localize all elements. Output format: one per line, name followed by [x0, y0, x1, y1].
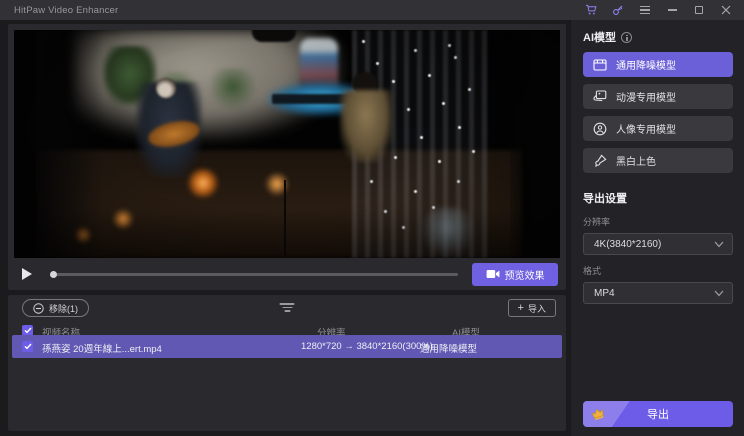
- window-title: HitPaw Video Enhancer: [14, 5, 118, 16]
- import-label: 导入: [528, 302, 546, 315]
- resolution-value: 4K(3840*2160): [594, 239, 661, 250]
- model-button-colorize[interactable]: 黑白上色: [583, 148, 733, 173]
- model-button-portrait[interactable]: 人像专用模型: [583, 116, 733, 141]
- resolution-label: 分辨率: [583, 215, 732, 228]
- ai-model-title-label: AI模型: [583, 29, 616, 45]
- file-ai-model: 通用降噪模型: [420, 341, 477, 355]
- scene-vignette: [14, 30, 560, 258]
- model-button-general-denoise[interactable]: 通用降噪模型: [583, 52, 733, 77]
- model-label: 动漫专用模型: [616, 89, 676, 104]
- player-controls: 预览效果: [8, 258, 566, 290]
- export-button-label: 导出: [647, 409, 669, 421]
- file-list-panel: 移除(1) + 导入 视频名称 分辨率 AI模型 孫燕姿 20週年線上...er…: [8, 295, 566, 431]
- file-name: 孫燕姿 20週年線上...ert.mp4: [42, 341, 162, 355]
- menu-icon[interactable]: [639, 4, 651, 16]
- play-icon: [22, 268, 32, 280]
- remove-label: 移除(1): [49, 302, 78, 315]
- remove-button[interactable]: 移除(1): [22, 299, 89, 317]
- plus-icon: +: [518, 303, 524, 314]
- video-preview: [14, 30, 560, 258]
- titlebar: HitPaw Video Enhancer: [0, 0, 744, 20]
- store-cart-icon[interactable]: [585, 4, 597, 16]
- minimize-icon[interactable]: [666, 4, 678, 16]
- export-button[interactable]: 导出: [583, 401, 733, 427]
- paint-brush-icon: [593, 154, 607, 168]
- activation-key-icon[interactable]: [612, 4, 624, 16]
- row-checkbox[interactable]: [22, 341, 33, 352]
- play-button[interactable]: [22, 266, 38, 282]
- preview-effect-button[interactable]: 预览效果: [472, 263, 558, 286]
- model-label: 通用降噪模型: [616, 57, 676, 72]
- resolution-select[interactable]: 4K(3840*2160): [583, 233, 733, 255]
- format-label: 格式: [583, 264, 732, 277]
- video-preview-scene: [14, 30, 560, 258]
- remove-circle-icon: [33, 303, 44, 314]
- seek-thumb[interactable]: [50, 271, 57, 278]
- info-icon[interactable]: [621, 32, 632, 43]
- video-panel: 预览效果: [8, 24, 566, 290]
- check-icon: [24, 327, 32, 334]
- seek-slider[interactable]: [50, 267, 458, 281]
- sidebar: AI模型 通用降噪模型 动漫专用模型 人像专用模型 黑白上色 导出设置 分辨率 …: [570, 20, 744, 436]
- collapse-list-icon[interactable]: [280, 303, 295, 312]
- model-label: 黑白上色: [616, 153, 656, 168]
- ai-model-section-title: AI模型: [583, 29, 732, 45]
- seek-track: [50, 273, 458, 276]
- format-value: MP4: [594, 288, 615, 299]
- crown-icon: [590, 406, 606, 421]
- titlebar-icons: [585, 4, 732, 16]
- model-button-anime[interactable]: 动漫专用模型: [583, 84, 733, 109]
- chevron-down-icon: [714, 290, 724, 297]
- preview-effect-label: 预览效果: [505, 267, 545, 282]
- model-label: 人像专用模型: [616, 121, 676, 136]
- video-camera-icon: [486, 269, 500, 279]
- film-frame-icon: [593, 59, 607, 71]
- file-resolution: 1280*720 → 3840*2160(300%): [301, 341, 433, 352]
- portrait-circle-icon: [593, 122, 607, 136]
- file-row[interactable]: 孫燕姿 20週年線上...ert.mp4 1280*720 → 3840*216…: [12, 335, 562, 358]
- file-list-toolbar: 移除(1) + 导入: [8, 295, 566, 321]
- import-button[interactable]: + 导入: [508, 299, 556, 317]
- chevron-down-icon: [714, 241, 724, 248]
- maximize-icon[interactable]: [693, 4, 705, 16]
- check-icon: [24, 343, 32, 350]
- export-settings-title: 导出设置: [583, 190, 732, 206]
- format-select[interactable]: MP4: [583, 282, 733, 304]
- anime-frames-icon: [593, 90, 607, 103]
- close-icon[interactable]: [720, 4, 732, 16]
